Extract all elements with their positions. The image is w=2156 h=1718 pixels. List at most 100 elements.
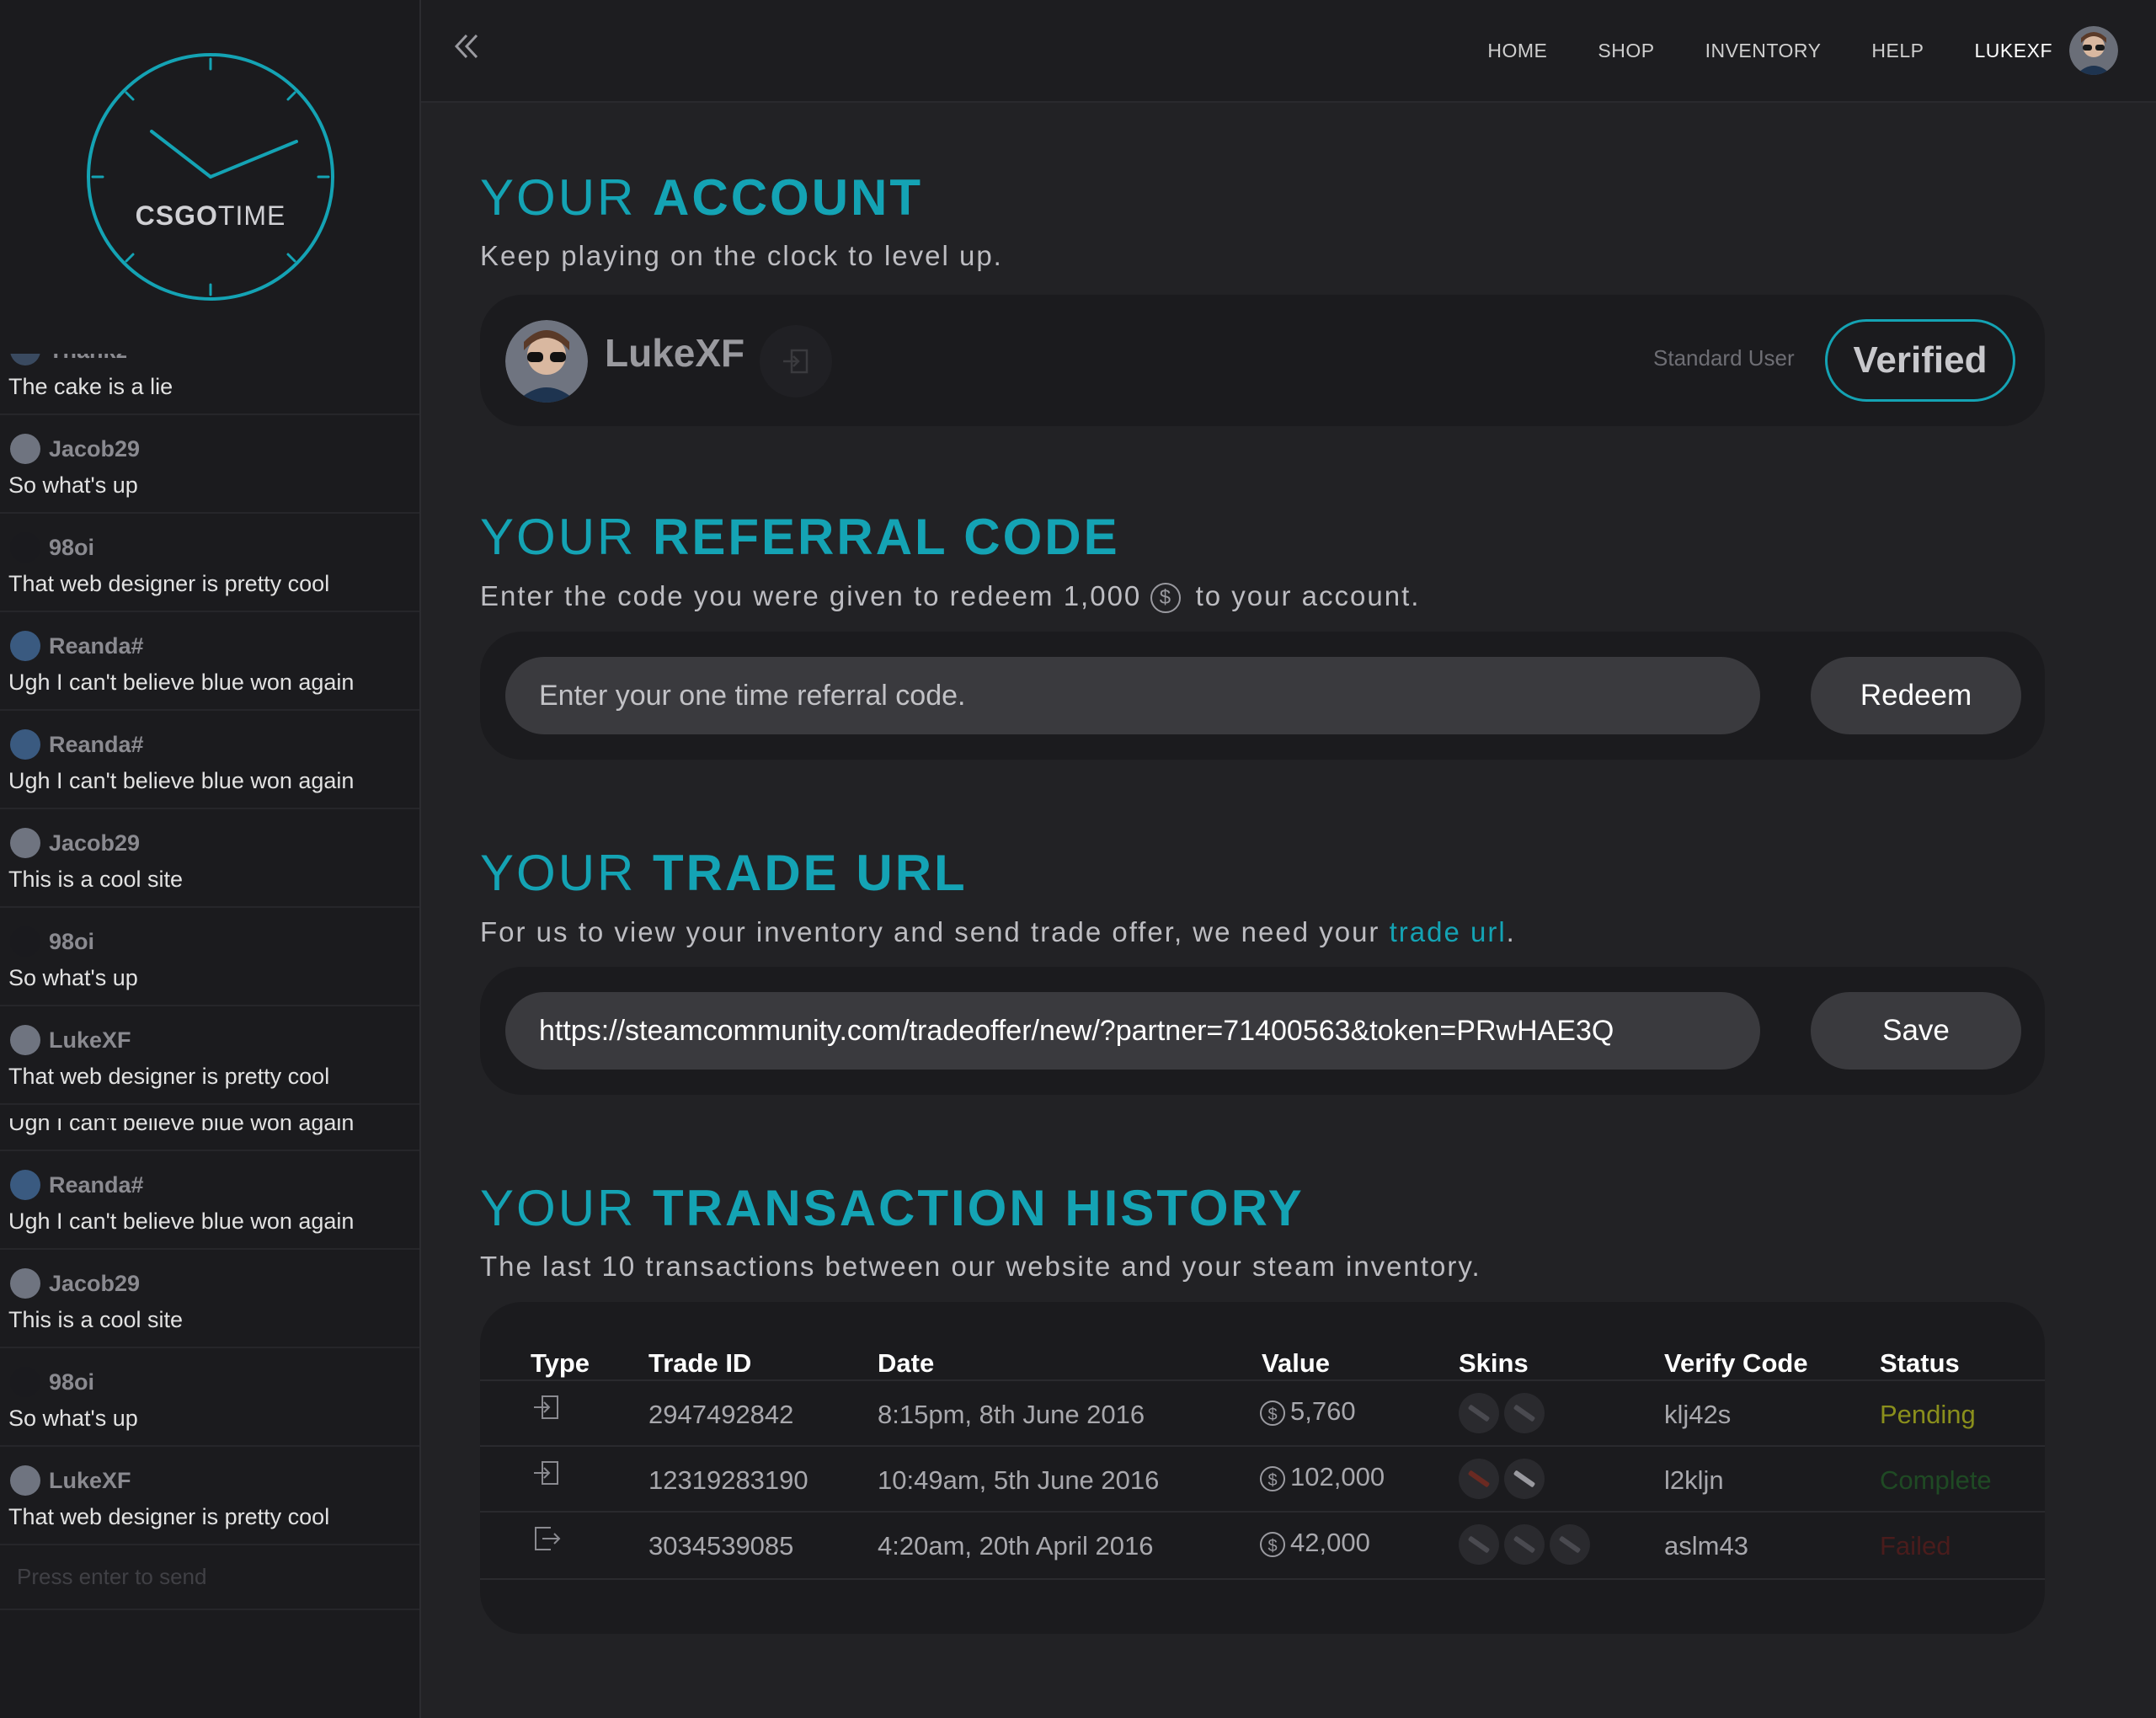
chat-user[interactable]: 98oi [10,925,94,958]
col-trade-id: Trade ID [648,1348,752,1378]
trade-id: 3034539085 [648,1531,794,1561]
chat-user[interactable]: 98oi [10,531,94,564]
chat-user[interactable]: LukeXF [10,1023,131,1057]
referral-desc-pre: Enter the code you were given to redeem … [480,580,1151,611]
skin-thumbnail[interactable] [1459,1524,1499,1565]
chat-avatar [10,1268,40,1299]
account-avatar [505,320,588,403]
trade-date: 10:49am, 5th June 2016 [878,1465,1160,1495]
referral-code-input[interactable] [505,657,1760,734]
chat-user[interactable]: Reanda# [10,1168,144,1202]
account-panel: LukeXF Standard User Verified [480,295,2045,426]
main-nav: HOME SHOP INVENTORY HELP LUKEXF [1437,0,2118,101]
verify-code: l2kljn [1664,1465,1724,1495]
table-row[interactable]: 12319283190 10:49am, 5th June 2016 $102,00… [480,1445,2045,1513]
chat-avatar [10,434,40,464]
verify-code: klj42s [1664,1400,1732,1429]
status-badge: Complete [1880,1465,1992,1495]
col-date: Date [878,1348,935,1378]
chat-user[interactable]: Reanda# [10,728,144,761]
currency-icon: $ [1150,583,1182,614]
chat-input[interactable]: Press enter to send [0,1545,419,1610]
skin-thumbnail[interactable] [1550,1524,1590,1565]
skins-list [1459,1459,1550,1499]
nav-inventory[interactable]: INVENTORY [1705,40,1822,62]
status-badge: Failed [1880,1531,1951,1561]
trade-value-amount: 102,000 [1290,1462,1385,1491]
trade-url-input[interactable] [505,992,1760,1070]
chat-avatar [10,532,40,563]
col-value: Value [1262,1348,1330,1378]
chat-user[interactable]: Thankz [10,354,127,367]
chat-user[interactable]: Jacob29 [10,432,140,466]
chat-user[interactable]: Reanda# [10,629,144,663]
chat-feed[interactable]: Thankz The cake is a lie Jacob29 So what's … [0,354,419,1118]
col-verify-code: Verify Code [1664,1348,1808,1378]
user-avatar [2069,26,2118,75]
skin-thumbnail[interactable] [1504,1459,1545,1499]
nav-help[interactable]: HELP [1871,40,1924,62]
chat-text: That web designer is pretty cool [8,571,330,596]
collapse-sidebar-icon[interactable] [446,25,488,67]
chat-user[interactable]: Jacob29 [10,1267,140,1300]
skin-thumbnail[interactable] [1459,1459,1499,1499]
chat-text: This is a cool site [8,867,184,892]
chat-input[interactable]: Press enter to send [0,1105,419,1118]
trade-value: $102,000 [1260,1462,1385,1492]
trade-id: 2947492842 [648,1400,794,1429]
chat-user[interactable]: LukeXF [10,1464,131,1497]
col-type: Type [531,1348,590,1378]
account-title-bold: ACCOUNT [653,169,924,226]
save-button[interactable]: Save [1811,992,2021,1070]
chat-feed-secondary[interactable]: Reanda# Ugh I can't believe blue won agai… [0,1118,419,1718]
chat-text: So what's up [8,472,138,498]
chat-user[interactable]: Jacob29 [10,826,140,860]
chat-username: Reanda# [49,1171,144,1198]
chat-message: Reanda#Ugh I can't believe blue won agai… [0,711,419,809]
chat-message: Reanda#Ugh I can't believe blue won agai… [0,1118,419,1151]
account-title-light: YOUR [480,169,654,226]
nav-shop[interactable]: SHOP [1598,40,1654,62]
trade-title: YOUR TRADE URL [480,844,968,902]
chat-username: LukeXF [49,1467,131,1493]
nav-home[interactable]: HOME [1487,40,1547,62]
referral-desc: Enter the code you were given to redeem … [480,580,1420,614]
chat-text: So what's up [8,965,138,990]
trade-url-link[interactable]: trade url [1390,916,1507,947]
nav-user-menu[interactable]: LUKEXF [1975,26,2118,75]
status-badge: Pending [1880,1400,1976,1429]
logo[interactable]: CSGOTIME [0,0,419,354]
logo-text-bold: CSGO [135,200,218,231]
currency-icon: $ [1260,1465,1285,1491]
trade-value-amount: 42,000 [1290,1528,1370,1557]
chat-username: Reanda# [49,632,144,659]
chat-text: Ugh I can't believe blue won again [8,670,355,695]
chat-message: Reanda# Ugh I can't believe blue won agai… [0,612,419,711]
chat-username: 98oi [49,1369,95,1395]
redeem-button[interactable]: Redeem [1811,657,2021,734]
trade-date: 4:20am, 20th April 2016 [878,1531,1154,1561]
chat-text: That web designer is pretty cool [8,1064,330,1089]
referral-title-bold: REFERRAL CODE [653,509,1120,565]
chat-text: So what's up [8,1406,138,1431]
table-row[interactable]: 2947492842 8:15pm, 8th June 2016 $5,760 klj… [480,1379,2045,1447]
chat-user[interactable]: 98oi [10,1365,94,1399]
chat-text: This is a cool site [8,1307,184,1332]
chat-avatar [10,354,40,365]
skin-thumbnail[interactable] [1504,1524,1545,1565]
currency-icon: $ [1260,1400,1285,1426]
account-action-button[interactable] [760,325,832,397]
chat-username: 98oi [49,928,95,954]
skin-thumbnail[interactable] [1504,1393,1545,1433]
skin-thumbnail[interactable] [1459,1393,1499,1433]
logo-text: CSGOTIME [86,200,335,232]
history-title-bold: TRANSACTION HISTORY [653,1180,1305,1236]
chat-username: Jacob29 [49,435,141,462]
skins-list [1459,1524,1595,1565]
table-row[interactable]: 3034539085 4:20am, 20th April 2016 $42,000… [480,1511,2045,1580]
col-status: Status [1880,1348,1960,1378]
account-title: YOUR ACCOUNT [480,168,923,227]
chat-username: 98oi [49,534,95,560]
chat-username: LukeXF [49,1027,131,1053]
currency-icon: $ [1260,1531,1285,1557]
